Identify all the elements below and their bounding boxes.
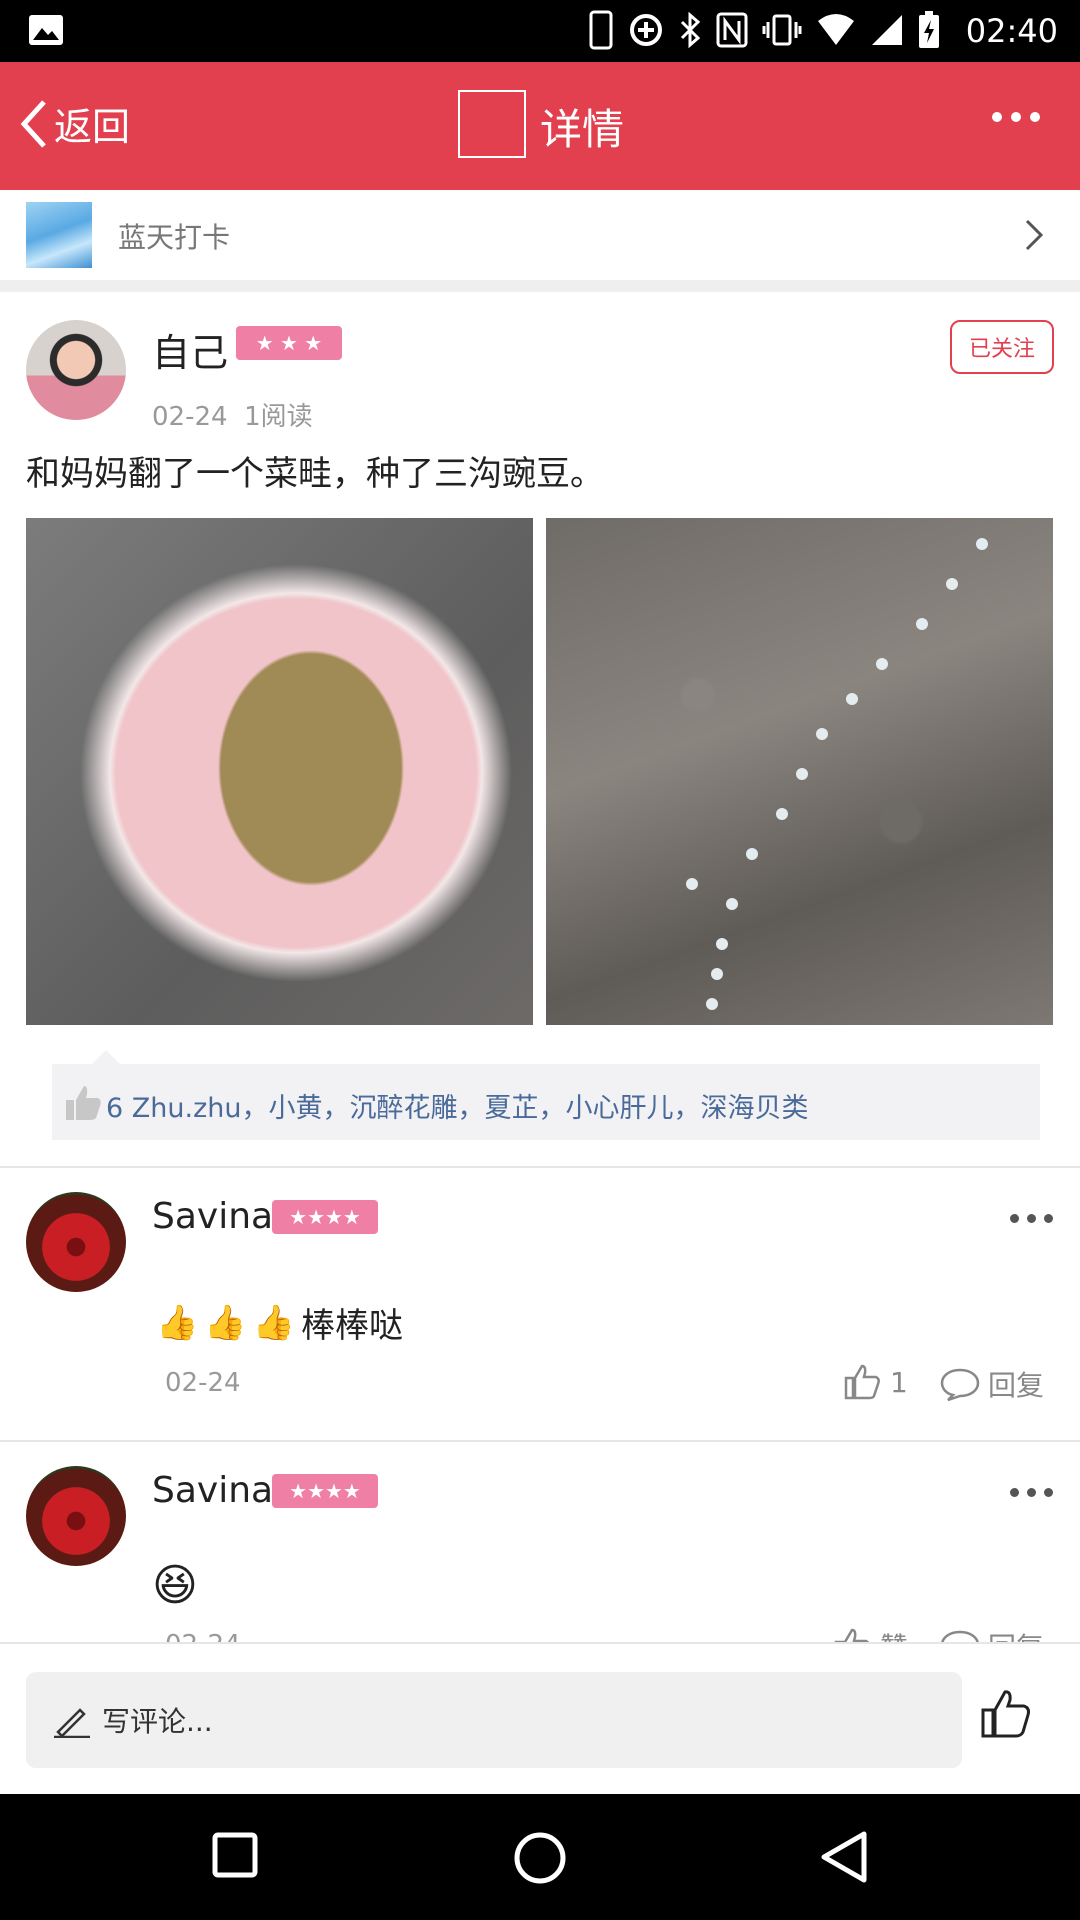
bottom-comment-bar: 写评论...: [0, 1642, 1080, 1794]
back-label: 返回: [54, 105, 131, 149]
home-icon[interactable]: [512, 1830, 568, 1886]
thumbs-up-icon: [66, 1086, 101, 1120]
like-label: 赞: [880, 1626, 908, 1642]
thumbs-up-outline-icon: [844, 1364, 880, 1400]
post-text: 和妈妈翻了一个菜畦，种了三沟豌豆。: [26, 454, 604, 494]
post-photo-peas-bag[interactable]: [26, 518, 533, 1025]
signal-icon: [872, 15, 902, 45]
reply-label: 回复: [988, 1369, 1045, 1402]
battery-icon: [919, 11, 939, 48]
post-reads: 1阅读: [244, 402, 313, 432]
system-navigation-bar: [0, 1794, 1080, 1920]
comment-placeholder: 写评论...: [102, 1705, 213, 1738]
post-photo-soil[interactable]: [546, 518, 1053, 1025]
topic-label: 蓝天打卡: [118, 221, 231, 254]
data-saver-icon: [630, 14, 662, 46]
comment-reply-button[interactable]: 回复: [940, 1364, 1044, 1404]
comments-divider: [0, 1166, 1080, 1168]
wifi-icon: [818, 14, 854, 45]
comment-item: Savina ★★★★ 😆 02-24 赞 回复: [0, 1442, 1080, 1642]
comment-more-button[interactable]: [1010, 1488, 1053, 1497]
image-icon: [29, 15, 63, 45]
comment-reply-button[interactable]: 回复: [940, 1626, 1044, 1642]
likes-list[interactable]: 6 Zhu.zhu，小黄，沉醉花雕，夏芷，小心肝儿，深海贝类: [106, 1086, 808, 1125]
author-name[interactable]: 自己: [152, 322, 228, 377]
commenter-name[interactable]: Savina: [152, 1470, 273, 1511]
reply-label: 回复: [988, 1626, 1044, 1642]
thumbs-up-emoji: 👍: [156, 1302, 199, 1343]
commenter-avatar[interactable]: [26, 1192, 126, 1292]
back-nav-icon[interactable]: [818, 1830, 870, 1884]
commenter-name[interactable]: Savina: [152, 1196, 273, 1237]
recent-apps-icon[interactable]: [212, 1830, 258, 1880]
level-badge: ★★★★: [272, 1474, 378, 1508]
laughing-emoji: 😆: [152, 1560, 198, 1611]
thumbs-up-emoji: 👍: [204, 1302, 247, 1343]
speech-bubble-icon: [940, 1368, 980, 1401]
bluetooth-icon: [680, 12, 701, 48]
vibrate-icon: [762, 14, 802, 46]
nfc-icon: [716, 12, 748, 48]
header-bar: 返回 详情: [0, 62, 1080, 190]
commenter-avatar[interactable]: [26, 1466, 126, 1566]
comment-body: 棒棒哒: [301, 1306, 404, 1346]
comment-more-button[interactable]: [1010, 1214, 1053, 1223]
likes-box: 6 Zhu.zhu，小黄，沉醉花雕，夏芷，小心肝儿，深海贝类: [52, 1050, 1040, 1140]
pencil-icon: [54, 1708, 90, 1738]
more-options-button[interactable]: [992, 112, 1040, 122]
chevron-right-icon: [1025, 219, 1044, 251]
topic-row[interactable]: 蓝天打卡: [0, 190, 1080, 280]
topic-thumbnail: [26, 202, 92, 268]
level-badge: ★ ★ ★: [236, 326, 342, 360]
comment-date: 02-24: [165, 1368, 241, 1398]
chevron-left-icon: [20, 99, 46, 148]
comment-input[interactable]: 写评论...: [26, 1672, 962, 1768]
level-badge: ★★★★: [272, 1200, 378, 1234]
speech-bubble-icon: [941, 1630, 979, 1642]
status-bar: 02:40: [0, 0, 1080, 62]
post-meta: 02-24 1阅读: [152, 396, 313, 433]
comment-text: 👍 👍 👍 棒棒哒: [156, 1298, 403, 1347]
title-icon: [458, 90, 526, 158]
thumbs-up-emoji: 👍: [252, 1302, 296, 1343]
comment-like-count: 1: [890, 1365, 908, 1399]
comment-like-button[interactable]: 赞: [834, 1626, 908, 1642]
phone-icon: [589, 10, 613, 50]
back-button[interactable]: 返回: [18, 96, 130, 151]
post-date: 02-24: [152, 402, 228, 432]
thumbs-up-outline-icon: [834, 1628, 870, 1642]
comment-date: 02-24: [165, 1630, 241, 1642]
like-post-button[interactable]: [980, 1688, 1032, 1740]
page-title: 详情: [540, 105, 625, 154]
status-icons: [588, 10, 940, 50]
section-divider: [0, 280, 1080, 292]
clock: 02:40: [965, 12, 1058, 50]
author-avatar[interactable]: [26, 320, 126, 420]
follow-button[interactable]: 已关注: [950, 320, 1054, 374]
comment-like-button[interactable]: 1: [844, 1364, 908, 1400]
